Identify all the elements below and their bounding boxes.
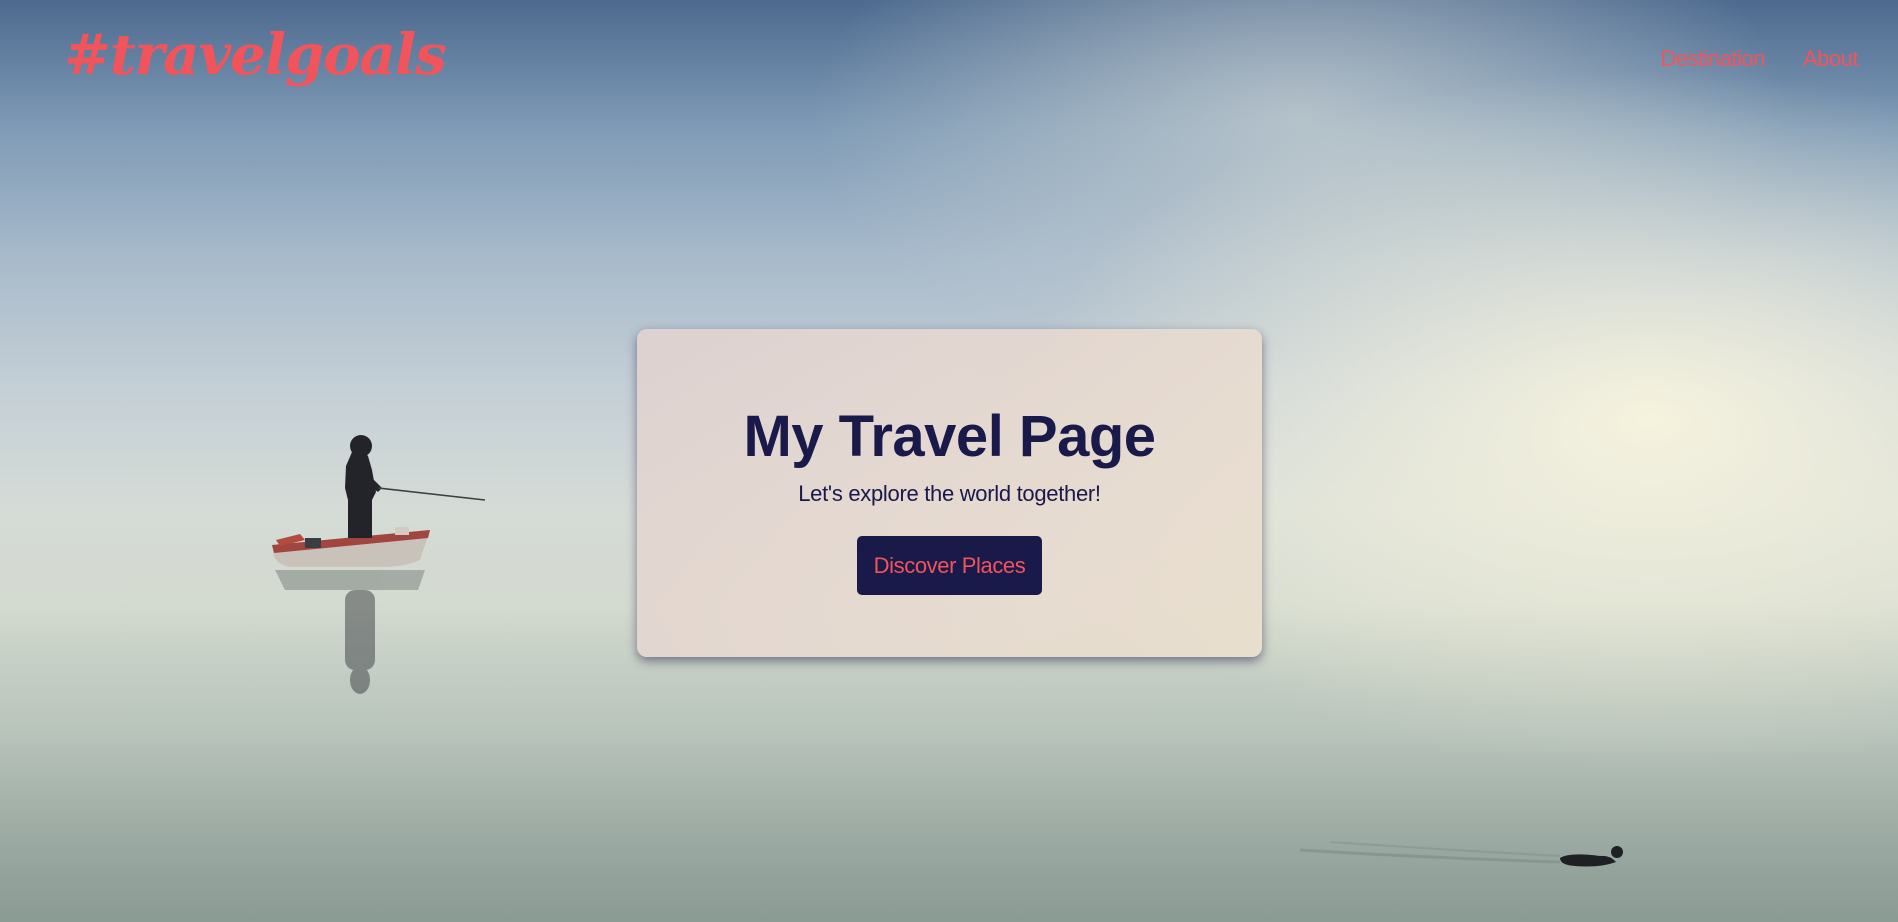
- nav-link-about[interactable]: About: [1803, 46, 1859, 72]
- page-title: My Travel Page: [743, 404, 1156, 469]
- duck: [1299, 841, 1623, 867]
- discover-places-button[interactable]: Discover Places: [857, 536, 1042, 595]
- hero-subtitle: Let's explore the world together!: [798, 481, 1101, 506]
- site-logo[interactable]: #travelgoals: [64, 22, 447, 88]
- hero-card: My Travel Page Let's explore the world t…: [637, 329, 1262, 657]
- nav-link-destination[interactable]: Destination: [1660, 46, 1765, 72]
- main-nav: Destination About: [1660, 46, 1858, 72]
- fisherman-boat: [272, 435, 486, 694]
